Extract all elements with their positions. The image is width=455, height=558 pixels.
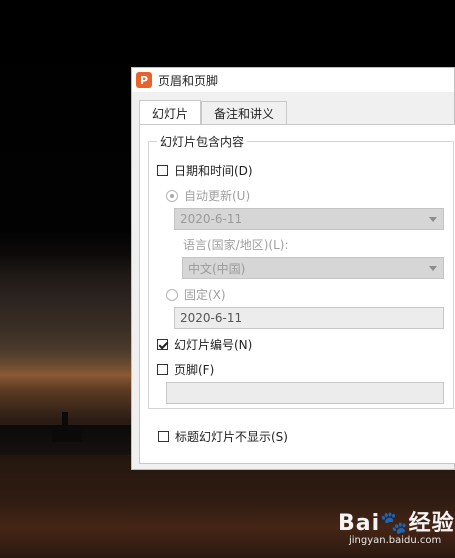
tab-slides[interactable]: 幻灯片	[139, 100, 202, 125]
header-footer-dialog: P 页眉和页脚 幻灯片 备注和讲义 幻灯片包含内容 日期和时间(D) 自动更新(…	[131, 67, 455, 470]
chevron-down-icon	[429, 266, 437, 271]
fixed-label: 固定(X)	[184, 288, 226, 302]
auto-date-select[interactable]: 2020-6-11	[174, 208, 444, 230]
fixed-radio-dot[interactable]	[166, 288, 178, 301]
wps-presentation-icon: P	[136, 72, 152, 88]
footer-text-input[interactable]	[166, 382, 444, 404]
paw-icon: 🐾	[380, 511, 409, 536]
tab-notes-handouts[interactable]: 备注和讲义	[201, 101, 288, 124]
footer-checkbox[interactable]: 页脚(F)	[157, 361, 214, 378]
title-slide-hide-checkbox-box[interactable]	[158, 431, 169, 442]
date-time-label: 日期和时间(D)	[174, 164, 253, 178]
title-slide-hide-checkbox[interactable]: 标题幻灯片不显示(S)	[158, 428, 288, 445]
footer-label: 页脚(F)	[174, 363, 215, 377]
language-value: 中文(中国)	[188, 261, 246, 276]
tab-bar: 幻灯片 备注和讲义	[139, 100, 288, 125]
watermark-brand: Bai	[338, 511, 381, 536]
dialog-titlebar[interactable]: P 页眉和页脚	[132, 68, 454, 92]
language-label: 语言(国家/地区)(L):	[183, 238, 289, 252]
date-time-checkbox[interactable]: 日期和时间(D)	[157, 162, 253, 179]
slide-number-checkbox-box[interactable]	[157, 339, 168, 350]
slide-content-group: 幻灯片包含内容 日期和时间(D) 自动更新(U) 2020-6-11 语言(国家…	[148, 133, 454, 409]
tower-silhouette	[62, 412, 68, 432]
date-time-checkbox-box[interactable]	[157, 165, 168, 176]
fixed-date-value: 2020-6-11	[180, 311, 243, 325]
auto-update-label: 自动更新(U)	[184, 189, 251, 203]
watermark-url: jingyan.baidu.com	[349, 535, 442, 546]
fixed-radio[interactable]: 固定(X)	[166, 286, 226, 303]
footer-checkbox-box[interactable]	[157, 364, 168, 375]
group-title: 幻灯片包含内容	[157, 133, 248, 150]
fixed-date-input[interactable]: 2020-6-11	[174, 307, 444, 329]
auto-update-radio[interactable]: 自动更新(U)	[166, 187, 250, 204]
title-slide-hide-label: 标题幻灯片不显示(S)	[175, 430, 288, 444]
slide-number-checkbox[interactable]: 幻灯片编号(N)	[157, 336, 252, 353]
building-silhouette	[52, 430, 82, 442]
watermark-brand-2: 经验	[408, 511, 455, 536]
tab-panel: 幻灯片包含内容 日期和时间(D) 自动更新(U) 2020-6-11 语言(国家…	[139, 124, 455, 464]
chevron-down-icon	[429, 217, 437, 222]
slide-number-label: 幻灯片编号(N)	[174, 338, 253, 352]
language-label-row: 语言(国家/地区)(L):	[183, 236, 289, 253]
dialog-title: 页眉和页脚	[158, 73, 219, 88]
language-select[interactable]: 中文(中国)	[182, 257, 444, 279]
auto-update-radio-dot[interactable]	[166, 189, 178, 202]
baidu-watermark: Bai🐾经验	[338, 505, 455, 537]
auto-date-value: 2020-6-11	[180, 212, 243, 226]
